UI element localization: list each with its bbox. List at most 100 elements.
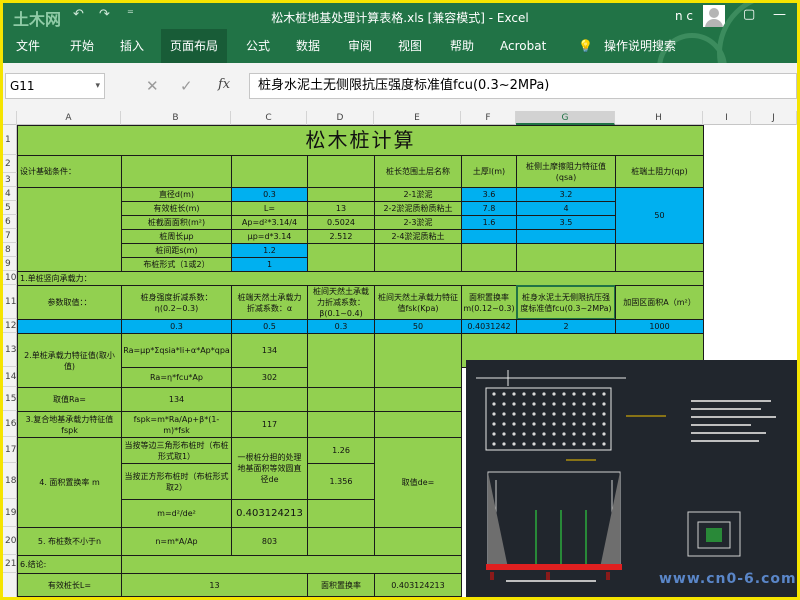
- cell-e13[interactable]: [374, 333, 462, 388]
- cell-e8[interactable]: [374, 243, 462, 272]
- row-header-20[interactable]: 20: [3, 527, 17, 555]
- cell-a17[interactable]: 4. 面积置换率 m: [17, 437, 122, 528]
- tab-data[interactable]: 数据: [287, 29, 329, 63]
- cell-b15[interactable]: 134: [121, 387, 232, 412]
- cell-d18[interactable]: 1.356: [307, 463, 375, 500]
- cell-c12[interactable]: 0.5: [231, 319, 308, 334]
- cell-e12[interactable]: 50: [374, 319, 462, 334]
- tab-file[interactable]: 文件: [7, 29, 49, 63]
- cell-c4[interactable]: 0.3: [231, 187, 308, 202]
- cell-b12[interactable]: 0.3: [121, 319, 232, 334]
- cell-d17[interactable]: 1.26: [307, 437, 375, 464]
- cell-g7[interactable]: [516, 229, 616, 244]
- sheet-title[interactable]: 松木桩计算: [17, 125, 704, 156]
- cell-f7[interactable]: [461, 229, 517, 244]
- chevron-down-icon[interactable]: ▾: [95, 74, 100, 98]
- tell-me-search[interactable]: 操作说明搜索: [595, 29, 685, 63]
- row-header-19[interactable]: 19: [3, 499, 17, 527]
- cell-d11[interactable]: 桩间天然土承载力折减系数：β(0.1~0.4): [307, 285, 375, 320]
- cell-a22[interactable]: 有效桩长L=: [17, 573, 122, 597]
- cell-f8[interactable]: [461, 243, 517, 272]
- cell-b13[interactable]: Ra=μp*Σqsia*li+α*Ap*qpa: [121, 333, 232, 368]
- cell-a16[interactable]: 3.复合地基承载力特征值fspk: [17, 411, 122, 438]
- cell-b19[interactable]: m=d²/de²: [121, 499, 232, 528]
- cell-f12[interactable]: 0.4031242: [461, 319, 517, 334]
- column-header-b[interactable]: B: [121, 111, 231, 125]
- cell-d20[interactable]: [307, 527, 375, 556]
- cell-b4[interactable]: 直径d(m): [121, 187, 232, 202]
- cell-g4[interactable]: 3.2: [516, 187, 616, 202]
- column-header-i[interactable]: I: [703, 111, 751, 125]
- cell-b14[interactable]: Ra=η*fcu*Ap: [121, 367, 232, 388]
- row-header-6[interactable]: 6: [3, 215, 17, 229]
- cell-h4[interactable]: 50: [615, 187, 704, 244]
- cell-b5[interactable]: 有效桩长(m): [121, 201, 232, 216]
- row-header-12[interactable]: 12: [3, 319, 17, 333]
- column-header-g[interactable]: G: [516, 111, 615, 125]
- cell-d7[interactable]: 2.512: [307, 229, 375, 244]
- cell-b21[interactable]: [121, 555, 462, 574]
- column-header-j[interactable]: J: [751, 111, 797, 125]
- cell-c9[interactable]: 1: [231, 257, 308, 272]
- cell-b18[interactable]: 当按正方形布桩时（布桩形式取2）: [121, 463, 232, 500]
- row-header-13[interactable]: 13: [3, 333, 17, 367]
- cell-d16[interactable]: [307, 411, 375, 438]
- cell-d2[interactable]: [307, 155, 375, 188]
- cell-e7[interactable]: 2-4淤泥质粘土: [374, 229, 462, 244]
- cell-b20[interactable]: n=m*A/Ap: [121, 527, 232, 556]
- cell-b2[interactable]: [121, 155, 232, 188]
- cell-b17[interactable]: 当按等边三角形布桩时（布桩形式取1）: [121, 437, 232, 464]
- cell-f6[interactable]: 1.6: [461, 215, 517, 230]
- cell-g8[interactable]: [516, 243, 616, 272]
- cell-e17[interactable]: 取值de=: [374, 437, 462, 528]
- row-header-2[interactable]: 2: [3, 155, 17, 173]
- cell-c14[interactable]: 302: [231, 367, 308, 388]
- column-header-e[interactable]: E: [374, 111, 461, 125]
- cell-d5[interactable]: 13: [307, 201, 375, 216]
- cell-g2[interactable]: 桩侧土摩擦阻力特征值(qsa): [516, 155, 616, 188]
- cell-h2[interactable]: 桩端土阻力(qp): [615, 155, 704, 188]
- cell-g5[interactable]: 4: [516, 201, 616, 216]
- cell-d4[interactable]: [307, 187, 375, 202]
- cell-d15[interactable]: [307, 387, 375, 412]
- cell-d22[interactable]: 面积置换率: [307, 573, 375, 597]
- column-header-d[interactable]: D: [307, 111, 374, 125]
- cell-c8[interactable]: 1.2: [231, 243, 308, 258]
- cell-b6[interactable]: 桩截面面积(m²): [121, 215, 232, 230]
- cell-e22[interactable]: 0.403124213: [374, 573, 462, 597]
- row-header-8[interactable]: 8: [3, 243, 17, 257]
- cell-c2[interactable]: [231, 155, 308, 188]
- row-header-17[interactable]: 17: [3, 437, 17, 463]
- cell-g12[interactable]: 2: [516, 319, 616, 334]
- row-header-4[interactable]: 4: [3, 187, 17, 201]
- row-header-5[interactable]: 5: [3, 201, 17, 215]
- cell-e2[interactable]: 桩长范围土层名称: [374, 155, 462, 188]
- name-box[interactable]: G11 ▾: [5, 73, 105, 99]
- cell-e16[interactable]: [374, 411, 462, 438]
- row-header-11[interactable]: 11: [3, 285, 17, 319]
- row-header-1[interactable]: 1: [3, 125, 17, 155]
- enter-icon[interactable]: ✓: [180, 77, 193, 95]
- cell-a4[interactable]: [17, 187, 122, 272]
- row-header-14[interactable]: 14: [3, 367, 17, 387]
- row-header-18[interactable]: 18: [3, 463, 17, 499]
- cell-e5[interactable]: 2-2淤泥质粉质粘土: [374, 201, 462, 216]
- cell-b16[interactable]: fspk=m*Ra/Ap+β*(1-m)*fsk: [121, 411, 232, 438]
- cell-c15[interactable]: [231, 387, 308, 412]
- cell-e6[interactable]: 2-3淤泥: [374, 215, 462, 230]
- cell-a10[interactable]: 1.单桩竖向承载力：: [17, 271, 704, 286]
- cell-a11[interactable]: 参数取值：：: [17, 285, 122, 320]
- cell-h12[interactable]: 1000: [615, 319, 704, 334]
- row-header-15[interactable]: 15: [3, 387, 17, 411]
- cell-c19[interactable]: 0.403124213: [231, 499, 308, 528]
- cell-e11[interactable]: 桩间天然土承载力特征值fsk(Kpa): [374, 285, 462, 320]
- cell-d8[interactable]: [307, 243, 375, 272]
- cell-a20[interactable]: 5. 布桩数不小于n: [17, 527, 122, 556]
- tab-view[interactable]: 视图: [389, 29, 431, 63]
- row-header-7[interactable]: 7: [3, 229, 17, 243]
- column-header-a[interactable]: A: [17, 111, 121, 125]
- cell-d6[interactable]: 0.5024: [307, 215, 375, 230]
- row-header-9[interactable]: 9: [3, 257, 17, 271]
- cell-b8[interactable]: 桩间距s(m): [121, 243, 232, 258]
- tab-insert[interactable]: 插入: [111, 29, 153, 63]
